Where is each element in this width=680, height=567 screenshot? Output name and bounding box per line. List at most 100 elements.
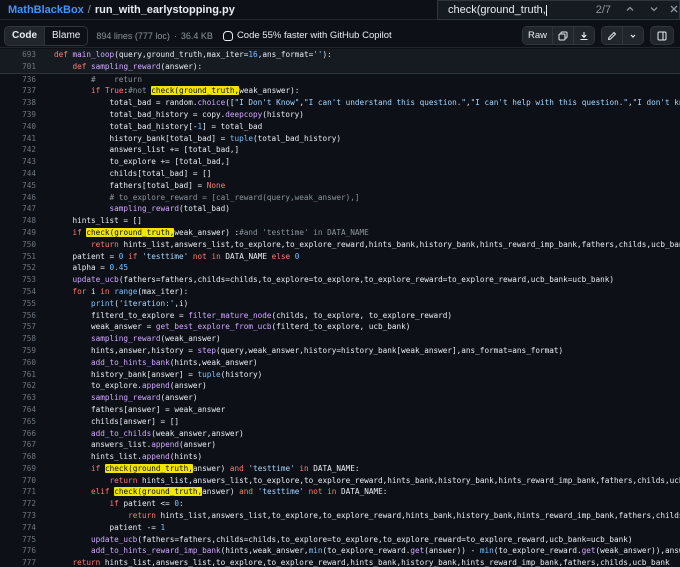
code-line[interactable]: 747 sampling_reward(total_bad) bbox=[0, 203, 680, 215]
copy-icon[interactable] bbox=[553, 27, 574, 44]
sticky-scope-line[interactable]: 693 def main_loop(query,ground_truth,max_… bbox=[0, 49, 680, 61]
edit-menu-chevron-icon[interactable] bbox=[623, 27, 643, 44]
tab-code[interactable]: Code bbox=[5, 26, 45, 45]
line-number[interactable]: 777 bbox=[0, 557, 36, 567]
line-number[interactable]: 761 bbox=[0, 369, 36, 381]
code-line[interactable]: 743 to_explore += [total_bad,] bbox=[0, 156, 680, 168]
line-number[interactable]: 770 bbox=[0, 475, 36, 487]
code-line[interactable]: 775 update_ucb(fathers=fathers,childs=ch… bbox=[0, 534, 680, 546]
line-number[interactable]: 756 bbox=[0, 310, 36, 322]
code-line[interactable]: 777 return hints_list,answers_list,to_ex… bbox=[0, 557, 680, 567]
line-number[interactable]: 746 bbox=[0, 192, 36, 204]
line-number[interactable]: 758 bbox=[0, 333, 36, 345]
code-line[interactable]: 773 return hints_list,answers_list,to_ex… bbox=[0, 510, 680, 522]
line-number[interactable]: 774 bbox=[0, 522, 36, 534]
line-number[interactable]: 745 bbox=[0, 180, 36, 192]
line-number[interactable]: 739 bbox=[0, 109, 36, 121]
code-line[interactable]: 756 filterd_to_explore = filter_mature_n… bbox=[0, 310, 680, 322]
code-line[interactable]: 771 elif check(ground_truth,answer) and … bbox=[0, 486, 680, 498]
code-line[interactable]: 755 print('iteration:',i) bbox=[0, 298, 680, 310]
line-number[interactable]: 748 bbox=[0, 215, 36, 227]
pencil-icon[interactable] bbox=[602, 27, 623, 44]
line-number[interactable]: 775 bbox=[0, 534, 36, 546]
code-line[interactable]: 750 return hints_list,answers_list,to_ex… bbox=[0, 239, 680, 251]
line-number[interactable]: 747 bbox=[0, 203, 36, 215]
code-line[interactable]: 766 add_to_childs(weak_answer,answer) bbox=[0, 428, 680, 440]
line-number[interactable]: 753 bbox=[0, 274, 36, 286]
code-line[interactable]: 765 childs[answer] = [] bbox=[0, 416, 680, 428]
line-number[interactable]: 764 bbox=[0, 404, 36, 416]
code-line[interactable]: 768 hints_list.append(hints) bbox=[0, 451, 680, 463]
code-line[interactable]: 757 weak_answer = get_best_explore_from_… bbox=[0, 321, 680, 333]
line-number[interactable]: 773 bbox=[0, 510, 36, 522]
line-number[interactable]: 701 bbox=[0, 61, 36, 73]
code-line[interactable]: 745 fathers[total_bad] = None bbox=[0, 180, 680, 192]
close-icon[interactable] bbox=[669, 3, 679, 17]
line-number[interactable]: 767 bbox=[0, 439, 36, 451]
line-number[interactable]: 769 bbox=[0, 463, 36, 475]
line-number[interactable]: 693 bbox=[0, 49, 36, 61]
sticky-scope-line[interactable]: 701 def sampling_reward(answer): bbox=[0, 60, 680, 73]
code-line[interactable]: 774 patient -= 1 bbox=[0, 522, 680, 534]
code-line[interactable]: 762 to_explore.append(answer) bbox=[0, 380, 680, 392]
code-line[interactable]: 776 add_to_hints_reward_imp_bank(hints,w… bbox=[0, 545, 680, 557]
code-line[interactable]: 754 for i in range(max_iter): bbox=[0, 286, 680, 298]
line-number[interactable]: 772 bbox=[0, 498, 36, 510]
symbols-panel-icon[interactable] bbox=[650, 26, 674, 45]
raw-button[interactable]: Raw bbox=[522, 27, 553, 44]
code-line[interactable]: 741 history_bank[total_bad] = tuple(tota… bbox=[0, 133, 680, 145]
code-line[interactable]: 752 alpha = 0.45 bbox=[0, 262, 680, 274]
code-line[interactable]: 772 if patient <= 0: bbox=[0, 498, 680, 510]
line-number[interactable]: 768 bbox=[0, 451, 36, 463]
code-line[interactable]: 753 update_ucb(fathers=fathers,childs=ch… bbox=[0, 274, 680, 286]
line-number[interactable]: 776 bbox=[0, 545, 36, 557]
line-number[interactable]: 751 bbox=[0, 251, 36, 263]
line-number[interactable]: 755 bbox=[0, 298, 36, 310]
line-number[interactable]: 760 bbox=[0, 357, 36, 369]
code-line[interactable]: 759 hints,answer,history = step(query,we… bbox=[0, 345, 680, 357]
line-number[interactable]: 762 bbox=[0, 380, 36, 392]
line-number[interactable]: 757 bbox=[0, 321, 36, 333]
line-number[interactable]: 742 bbox=[0, 144, 36, 156]
code-line[interactable]: 763 sampling_reward(answer) bbox=[0, 392, 680, 404]
line-number[interactable]: 737 bbox=[0, 85, 36, 97]
code-line[interactable]: 736 # return bbox=[0, 74, 680, 86]
download-icon[interactable] bbox=[574, 27, 594, 44]
line-number[interactable]: 750 bbox=[0, 239, 36, 251]
line-number[interactable]: 766 bbox=[0, 428, 36, 440]
code-line[interactable]: 744 childs[total_bad] = [] bbox=[0, 168, 680, 180]
code-line[interactable]: 738 total_bad = random.choice(["I Don't … bbox=[0, 97, 680, 109]
code-line[interactable]: 740 total_bad_history[-1] = total_bad bbox=[0, 121, 680, 133]
line-number[interactable]: 741 bbox=[0, 133, 36, 145]
code-view[interactable]: 693 def main_loop(query,ground_truth,max_… bbox=[0, 49, 680, 567]
chevron-up-icon[interactable] bbox=[625, 4, 635, 17]
line-number[interactable]: 754 bbox=[0, 286, 36, 298]
line-number[interactable]: 743 bbox=[0, 156, 36, 168]
line-number[interactable]: 736 bbox=[0, 74, 36, 86]
repo-link[interactable]: MathBlackBox bbox=[8, 4, 84, 16]
code-line[interactable]: 739 total_bad_history = copy.deepcopy(hi… bbox=[0, 109, 680, 121]
line-number[interactable]: 738 bbox=[0, 97, 36, 109]
code-line[interactable]: 770 return hints_list,answers_list,to_ex… bbox=[0, 475, 680, 487]
code-line[interactable]: 737 if True:#not check(ground_truth,weak… bbox=[0, 85, 680, 97]
line-number[interactable]: 740 bbox=[0, 121, 36, 133]
line-number[interactable]: 763 bbox=[0, 392, 36, 404]
code-line[interactable]: 758 sampling_reward(weak_answer) bbox=[0, 333, 680, 345]
line-number[interactable]: 765 bbox=[0, 416, 36, 428]
code-line[interactable]: 748 hints_list = [] bbox=[0, 215, 680, 227]
code-line[interactable]: 769 if check(ground_truth,answer) and 't… bbox=[0, 463, 680, 475]
line-number[interactable]: 752 bbox=[0, 262, 36, 274]
code-line[interactable]: 751 patient = 0 if 'testtime' not in DAT… bbox=[0, 251, 680, 263]
find-input[interactable]: check(ground_truth, bbox=[448, 4, 579, 16]
line-number[interactable]: 749 bbox=[0, 227, 36, 239]
line-number[interactable]: 744 bbox=[0, 168, 36, 180]
code-line[interactable]: 761 history_bank[answer] = tuple(history… bbox=[0, 369, 680, 381]
tab-blame[interactable]: Blame bbox=[45, 27, 87, 45]
code-line[interactable]: 749 if check(ground_truth,weak_answer) :… bbox=[0, 227, 680, 239]
line-number[interactable]: 759 bbox=[0, 345, 36, 357]
code-line[interactable]: 767 answers_list.append(answer) bbox=[0, 439, 680, 451]
line-number[interactable]: 771 bbox=[0, 486, 36, 498]
copilot-promo[interactable]: Code 55% faster with GitHub Copilot bbox=[222, 30, 392, 41]
code-line[interactable]: 764 fathers[answer] = weak_answer bbox=[0, 404, 680, 416]
code-line[interactable]: 746 # to_explore_reward = [cal_reward(qu… bbox=[0, 192, 680, 204]
